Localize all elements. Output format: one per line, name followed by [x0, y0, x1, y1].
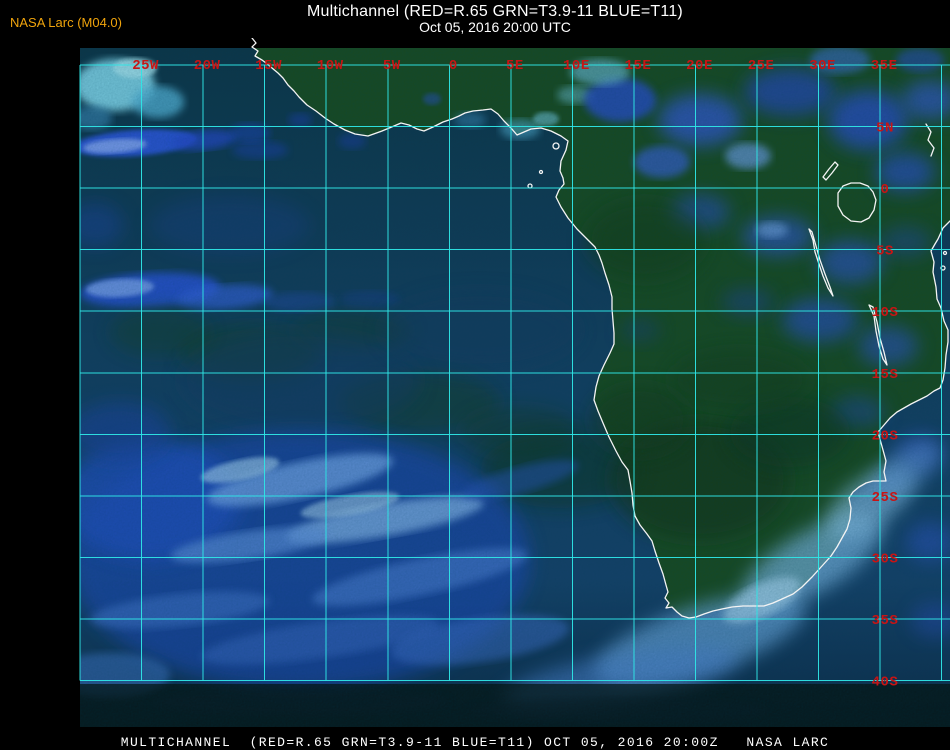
lon-label: 10E	[563, 58, 590, 74]
sensor-noise	[80, 48, 950, 727]
lat-label: 40S	[872, 675, 899, 691]
lon-label: 20W	[194, 58, 221, 74]
lon-label: 5W	[383, 58, 401, 74]
image-timestamp: Oct 05, 2016 20:00 UTC	[419, 19, 571, 35]
satellite-image: 25W 20W 15W 10W 5W 0 5E 10E 15E 20E 25E 30E 35E 5N 0 5S…	[79, 38, 950, 727]
lon-label: 5E	[506, 58, 524, 74]
lon-label: 0	[449, 58, 458, 74]
lon-label: 25W	[132, 58, 159, 74]
lon-label: 35E	[871, 58, 898, 74]
lon-label: 25E	[748, 58, 775, 74]
imagery-layer	[80, 48, 950, 727]
lat-label: 5S	[876, 244, 894, 260]
lat-label: 15S	[872, 367, 899, 383]
satellite-map: 25W 20W 15W 10W 5W 0 5E 10E 15E 20E 25E 30E 35E 5N 0 5S…	[79, 38, 950, 727]
lat-label: 0	[881, 182, 890, 198]
lat-label: 10S	[872, 305, 899, 321]
lon-label: 20E	[686, 58, 713, 74]
lon-label: 15W	[255, 58, 282, 74]
image-title: Multichannel (RED=R.65 GRN=T3.9-11 BLUE=…	[307, 3, 683, 20]
footer-caption: MULTICHANNEL (RED=R.65 GRN=T3.9-11 BLUE=…	[120, 735, 830, 750]
lat-label: 30S	[872, 551, 899, 567]
nasa-larc-credit: NASA Larc (M04.0)	[10, 15, 122, 30]
lon-label: 30E	[809, 58, 836, 74]
lon-label: 10W	[317, 58, 344, 74]
lon-label: 15E	[625, 58, 652, 74]
lat-label: 20S	[872, 428, 899, 444]
satellite-viewer: { "window": { "background": "#000000" },…	[0, 0, 950, 750]
title-block: Multichannel (RED=R.65 GRN=T3.9-11 BLUE=…	[0, 3, 950, 35]
lat-label: 35S	[872, 613, 899, 629]
lat-label: 25S	[872, 490, 899, 506]
lat-label: 5N	[876, 121, 894, 137]
